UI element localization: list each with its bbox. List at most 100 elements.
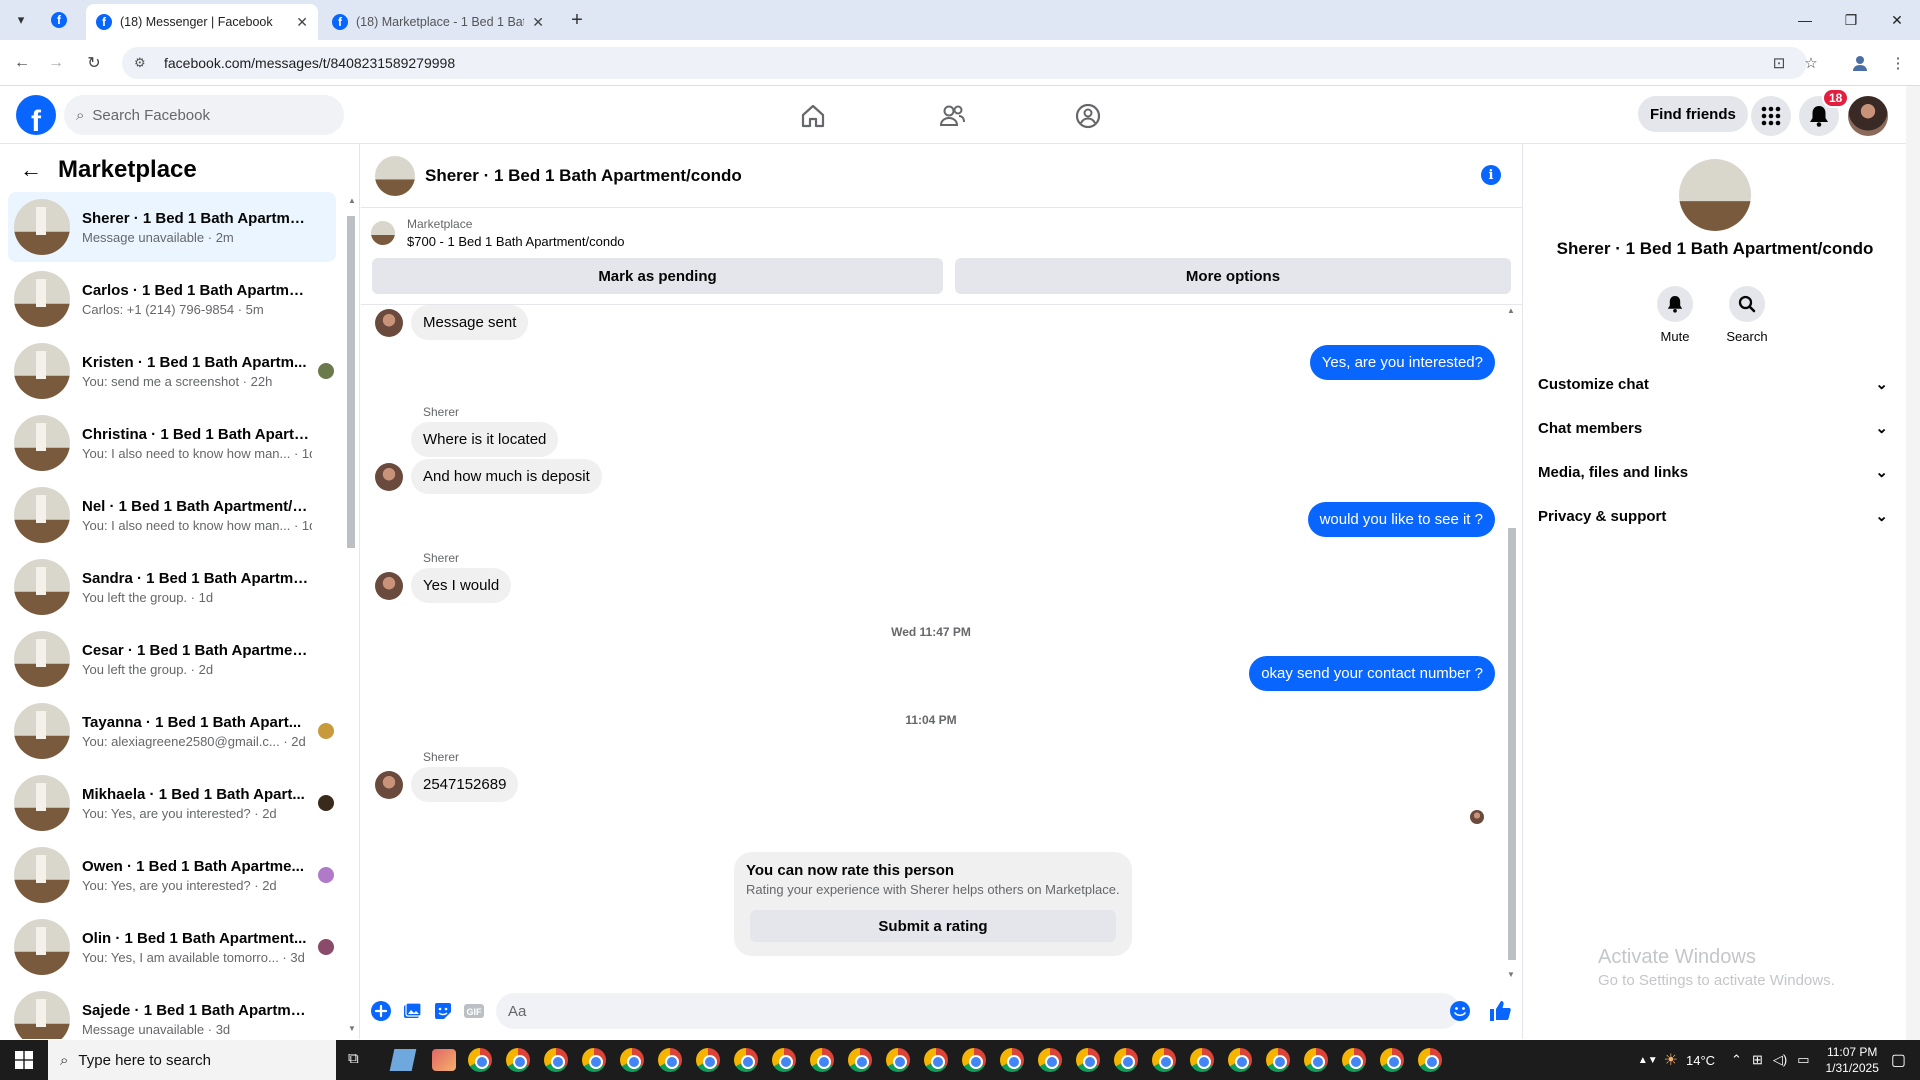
chrome-icon[interactable] (544, 1048, 568, 1072)
tray-scroll-icon[interactable]: ▲▼ (1638, 1055, 1658, 1066)
conversation-item[interactable]: Carlos · 1 Bed 1 Bath Apartment... Carlos… (8, 264, 336, 334)
minimize-icon[interactable]: — (1782, 6, 1828, 34)
message-bubble[interactable]: Yes, are you interested? (1309, 345, 1495, 380)
chrome-icon[interactable] (1266, 1048, 1290, 1072)
chrome-icon[interactable] (1152, 1048, 1176, 1072)
site-settings-icon[interactable]: ⚙ (134, 55, 152, 71)
sender-avatar[interactable] (375, 462, 403, 491)
browser-profile-icon[interactable] (1849, 52, 1871, 74)
task-view-icon[interactable]: ⧉ (348, 1050, 359, 1067)
chrome-icon[interactable] (1000, 1048, 1024, 1072)
address-bar[interactable]: ⚙ facebook.com/messages/t/84082315892799… (122, 47, 1807, 79)
mark-as-pending-button[interactable]: Mark as pending (372, 258, 943, 294)
section-media-files-links[interactable]: Media, files and links ⌄ (1538, 452, 1888, 492)
chrome-icon[interactable] (962, 1048, 986, 1072)
chrome-icon[interactable] (1418, 1048, 1442, 1072)
chrome-icon[interactable] (1076, 1048, 1100, 1072)
chat-title[interactable]: Sherer · 1 Bed 1 Bath Apartment/condo (425, 166, 742, 186)
groups-icon[interactable] (1068, 96, 1108, 136)
conversation-item[interactable]: Sherer · 1 Bed 1 Bath Apartment... Messag… (8, 192, 336, 262)
chat-scrollbar[interactable]: ▲ ▼ (1505, 306, 1519, 982)
restore-icon[interactable]: ❐ (1828, 6, 1874, 34)
message-bubble[interactable]: Message sent (411, 305, 529, 340)
sidebar-scrollbar[interactable]: ▲ ▼ (346, 196, 356, 1036)
message-bubble[interactable]: okay send your contact number ? (1249, 656, 1495, 691)
page-scrollbar[interactable] (1906, 86, 1920, 1040)
notification-center-icon[interactable]: ▢ (1891, 1050, 1906, 1070)
chrome-icon[interactable] (582, 1048, 606, 1072)
friends-icon[interactable] (932, 96, 972, 136)
message-bubble[interactable]: 2547152689 (411, 767, 519, 802)
browser-menu-icon[interactable]: ⋮ (1887, 52, 1909, 74)
thumbs-up-icon[interactable] (1488, 999, 1512, 1023)
tab-search-icon[interactable]: ▾ (8, 8, 34, 32)
chrome-icon[interactable] (696, 1048, 720, 1072)
scroll-down-icon[interactable]: ▼ (348, 1024, 356, 1033)
section-privacy-support[interactable]: Privacy & support ⌄ (1538, 496, 1888, 536)
app-icon[interactable] (389, 1049, 417, 1071)
info-icon[interactable]: i (1481, 165, 1501, 185)
conversation-item[interactable]: Tayanna · 1 Bed 1 Bath Apart... You: alex… (8, 696, 336, 766)
find-friends-button[interactable]: Find friends (1638, 96, 1748, 132)
tab-messenger[interactable]: f (18) Messenger | Facebook ✕ (86, 4, 318, 40)
message-bubble[interactable]: And how much is deposit (411, 459, 602, 494)
sender-avatar[interactable] (375, 308, 403, 337)
chrome-icon[interactable] (1304, 1048, 1328, 1072)
chrome-icon[interactable] (886, 1048, 910, 1072)
conversation-item[interactable]: Mikhaela · 1 Bed 1 Bath Apart... You: Yes… (8, 768, 336, 838)
message-bubble[interactable]: would you like to see it ? (1307, 502, 1495, 537)
chrome-icon[interactable] (1190, 1048, 1214, 1072)
message-bubble[interactable]: Yes I would (411, 568, 512, 603)
emoji-icon[interactable] (1448, 999, 1472, 1023)
sender-avatar[interactable] (375, 770, 403, 799)
windows-start-icon[interactable] (0, 1040, 48, 1080)
photo-icon[interactable] (400, 999, 424, 1023)
weather-icon[interactable]: ☀ (1664, 1050, 1678, 1070)
message-bubble[interactable]: Where is it located (411, 422, 559, 457)
chrome-icon[interactable] (810, 1048, 834, 1072)
chrome-icon[interactable] (1114, 1048, 1138, 1072)
tab-marketplace[interactable]: f (18) Marketplace - 1 Bed 1 Bath ✕ (322, 4, 554, 40)
chrome-icon[interactable] (506, 1048, 530, 1072)
back-arrow-icon[interactable]: ← (10, 51, 34, 75)
chrome-icon[interactable] (658, 1048, 682, 1072)
close-icon[interactable]: ✕ (532, 14, 544, 31)
conversation-item[interactable]: Sajede · 1 Bed 1 Bath Apartment... Messag… (8, 984, 336, 1039)
sender-avatar[interactable] (375, 571, 403, 600)
chat-avatar[interactable] (375, 155, 415, 196)
search-icon[interactable] (1729, 286, 1765, 322)
facebook-search[interactable]: ⌕ (64, 95, 344, 135)
home-icon[interactable] (793, 96, 833, 136)
message-input[interactable] (508, 1002, 1408, 1020)
conversation-item[interactable]: Sandra · 1 Bed 1 Bath Apartment... You le… (8, 552, 336, 622)
conversation-item[interactable]: Cesar · 1 Bed 1 Bath Apartment/... You le… (8, 624, 336, 694)
chrome-icon[interactable] (1038, 1048, 1062, 1072)
more-options-button[interactable]: More options (955, 258, 1511, 294)
reload-icon[interactable]: ↻ (82, 51, 106, 75)
facebook-logo[interactable]: f (16, 95, 56, 135)
gif-icon[interactable]: GIF (462, 999, 486, 1023)
chrome-icon[interactable] (734, 1048, 758, 1072)
chevron-up-icon[interactable]: ⌃ (1731, 1052, 1742, 1068)
menu-grid-icon[interactable] (1751, 96, 1791, 136)
volume-icon[interactable]: ◁) (1773, 1052, 1787, 1068)
search-input[interactable] (92, 106, 313, 124)
bookmark-star-icon[interactable]: ☆ (1800, 52, 1822, 74)
close-icon[interactable]: ✕ (296, 14, 308, 31)
chrome-icon[interactable] (468, 1048, 492, 1072)
scroll-up-icon[interactable]: ▲ (348, 196, 356, 205)
chrome-icon[interactable] (924, 1048, 948, 1072)
conversation-item[interactable]: Christina · 1 Bed 1 Bath Apartme... You: … (8, 408, 336, 478)
network-icon[interactable]: ⊞ (1752, 1052, 1763, 1068)
scroll-up-icon[interactable]: ▲ (1507, 306, 1515, 315)
clock[interactable]: 11:07 PM 1/31/2025 (1825, 1044, 1878, 1076)
search-action[interactable]: Search (1712, 286, 1782, 344)
forward-arrow-icon[interactable]: → (44, 51, 68, 75)
install-app-icon[interactable]: ⊡ (1768, 52, 1790, 74)
taskbar-search[interactable]: ⌕ Type here to search (48, 1040, 336, 1080)
conversation-avatar[interactable] (1679, 159, 1751, 231)
app-icon[interactable] (432, 1049, 456, 1071)
chrome-icon[interactable] (772, 1048, 796, 1072)
chrome-icon[interactable] (1228, 1048, 1252, 1072)
section-customize-chat[interactable]: Customize chat ⌄ (1538, 364, 1888, 404)
